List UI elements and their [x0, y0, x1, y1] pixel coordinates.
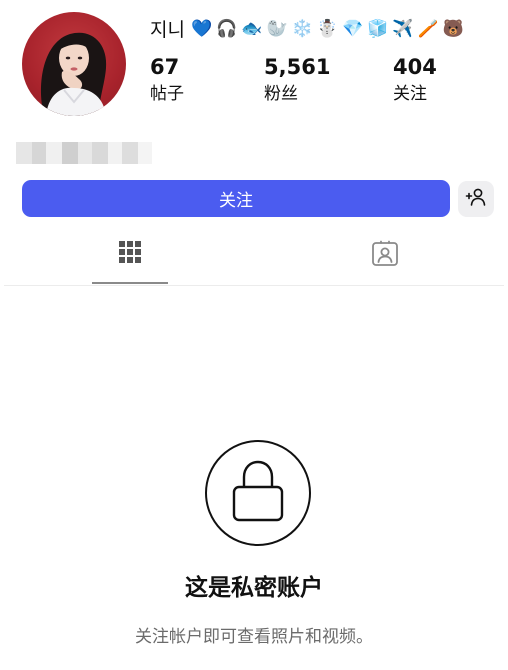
following-label: 关注 [393, 84, 427, 104]
stat-followers[interactable]: 5,561 粉丝 [264, 55, 330, 107]
seal-emoji: 🦭 [266, 18, 288, 39]
suggested-accounts-button[interactable] [458, 181, 494, 217]
gem-emoji: 💎 [342, 18, 364, 39]
tagged-person-icon [371, 240, 399, 272]
bio-redacted [16, 142, 156, 164]
follow-button[interactable]: 关注 [22, 180, 450, 217]
add-person-icon [465, 187, 487, 211]
posts-count: 67 [150, 55, 180, 79]
fish-emoji: 🐟 [241, 18, 263, 39]
private-account-description: 关注帐户即可查看照片和视频。 [135, 627, 373, 647]
lock-badge [205, 440, 311, 546]
bear-emoji: 🐻 [442, 18, 464, 39]
headphones-emoji: 🎧 [216, 18, 238, 39]
tab-posts-grid[interactable] [92, 240, 168, 280]
stat-following[interactable]: 404 关注 [393, 55, 437, 107]
active-tab-indicator [92, 282, 168, 284]
username-text: 지니 [150, 19, 185, 41]
toothbrush-emoji: 🪥 [417, 18, 439, 39]
avatar-image [41, 32, 107, 116]
following-count: 404 [393, 55, 437, 79]
stat-posts[interactable]: 67 帖子 [150, 55, 184, 107]
snowflake-emoji: ❄️ [291, 18, 313, 39]
tab-tagged[interactable] [347, 240, 423, 280]
private-account-title: 这是私密账户 [185, 575, 323, 601]
snowman-emoji: ☃️ [316, 18, 338, 39]
avatar[interactable] [22, 12, 126, 116]
airplane-emoji: ✈️ [392, 18, 414, 39]
profile-page: 지니 💙 🎧 🐟 🦭 ❄️ ☃️ 💎 🧊 ✈️ 🪥 🐻 67 帖子 5,561 … [0, 0, 508, 670]
blue-heart-emoji: 💙 [190, 18, 213, 39]
tabs-divider [4, 285, 504, 286]
ice-emoji: 🧊 [367, 18, 389, 39]
followers-label: 粉丝 [264, 84, 298, 104]
profile-username: 지니 💙 🎧 🐟 🦭 ❄️ ☃️ 💎 🧊 ✈️ 🪥 🐻 [150, 15, 464, 42]
followers-count: 5,561 [264, 55, 331, 79]
posts-label: 帖子 [150, 84, 184, 104]
lock-icon [230, 459, 286, 527]
grid-icon [118, 240, 142, 268]
